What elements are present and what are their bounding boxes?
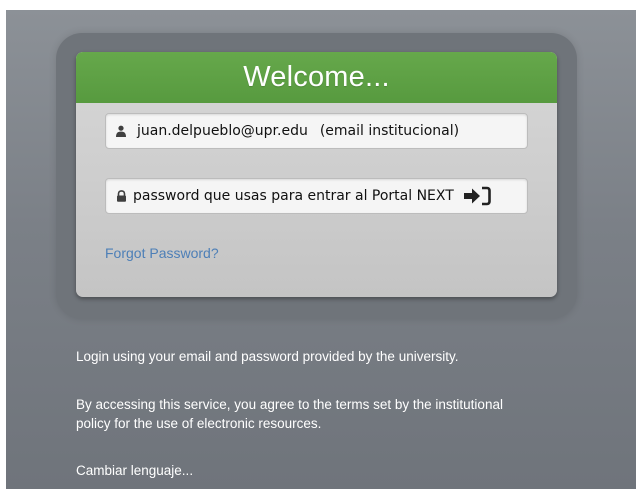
forgot-password-link[interactable]: Forgot Password? [105,245,219,261]
login-info-text: Login using your email and password prov… [76,349,459,364]
login-card: Welcome... juan.delpueblo@upr.edu (email… [76,52,557,297]
welcome-title: Welcome... [243,61,390,93]
password-field[interactable]: password que usas para entrar al Portal … [105,178,528,214]
lock-icon [115,190,127,202]
username-field[interactable]: juan.delpueblo@upr.edu (email institucio… [105,113,528,149]
sign-in-icon[interactable] [462,186,496,206]
card-header: Welcome... [76,52,557,103]
terms-text: By accessing this service, you agree to … [76,397,503,431]
password-value[interactable]: password que usas para entrar al Portal … [133,188,454,204]
username-hint: (email institucional) [319,123,460,139]
username-value[interactable]: juan.delpueblo@upr.edu [137,123,308,139]
change-language-link[interactable]: Cambiar lenguaje... [76,463,193,478]
user-icon [115,125,127,137]
